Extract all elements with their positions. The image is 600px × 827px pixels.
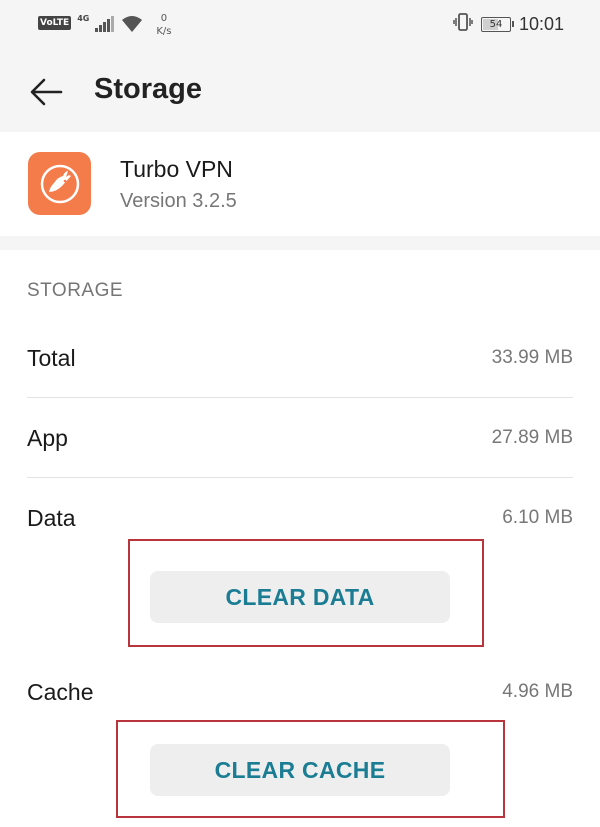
row-value: 33.99 MB <box>491 347 573 368</box>
turbo-vpn-rabbit-icon <box>28 152 91 215</box>
storage-row-cache: Cache 4.96 MB <box>27 652 573 732</box>
vibrate-icon <box>453 12 473 37</box>
app-info-card: Turbo VPN Version 3.2.5 <box>0 132 600 236</box>
volte-badge: VoLTE <box>38 16 72 30</box>
battery-icon: 54 <box>480 16 514 32</box>
status-left: VoLTE 4G 0 K/s <box>38 12 171 39</box>
speed-unit: K/s <box>156 26 172 37</box>
back-arrow-icon <box>30 78 63 106</box>
network-speed: 0 K/s <box>156 12 171 38</box>
battery-level: 54 <box>489 18 503 30</box>
storage-row-data: Data 6.10 MB <box>27 478 573 558</box>
row-value: 27.89 MB <box>491 427 573 448</box>
speed-value: 0 <box>160 13 168 24</box>
app-version: Version 3.2.5 <box>120 190 237 212</box>
clock: 10:01 <box>518 13 564 34</box>
row-label: Cache <box>27 678 94 705</box>
page-title: Storage <box>94 73 202 105</box>
storage-row-total: Total 33.99 MB <box>27 318 573 398</box>
clear-data-button[interactable]: CLEAR DATA <box>150 571 450 623</box>
section-header-storage: STORAGE <box>27 280 124 301</box>
signal-icon <box>95 16 115 32</box>
back-button[interactable] <box>22 70 70 114</box>
app-name: Turbo VPN <box>120 156 233 182</box>
row-value: 4.96 MB <box>502 681 573 702</box>
status-bar: VoLTE 4G 0 K/s 54 10:01 <box>0 0 600 50</box>
row-label: Data <box>27 504 76 531</box>
network-type: 4G <box>77 14 90 23</box>
row-value: 6.10 MB <box>502 507 573 528</box>
row-label: App <box>27 424 68 451</box>
clear-cache-button[interactable]: CLEAR CACHE <box>150 744 450 796</box>
storage-row-app: App 27.89 MB <box>27 398 573 478</box>
wifi-icon <box>120 14 144 39</box>
storage-card: STORAGE Total 33.99 MB App 27.89 MB Data… <box>0 250 600 827</box>
app-bar: Storage <box>0 50 600 132</box>
status-right: 54 10:01 <box>453 12 564 36</box>
row-label: Total <box>27 344 76 371</box>
